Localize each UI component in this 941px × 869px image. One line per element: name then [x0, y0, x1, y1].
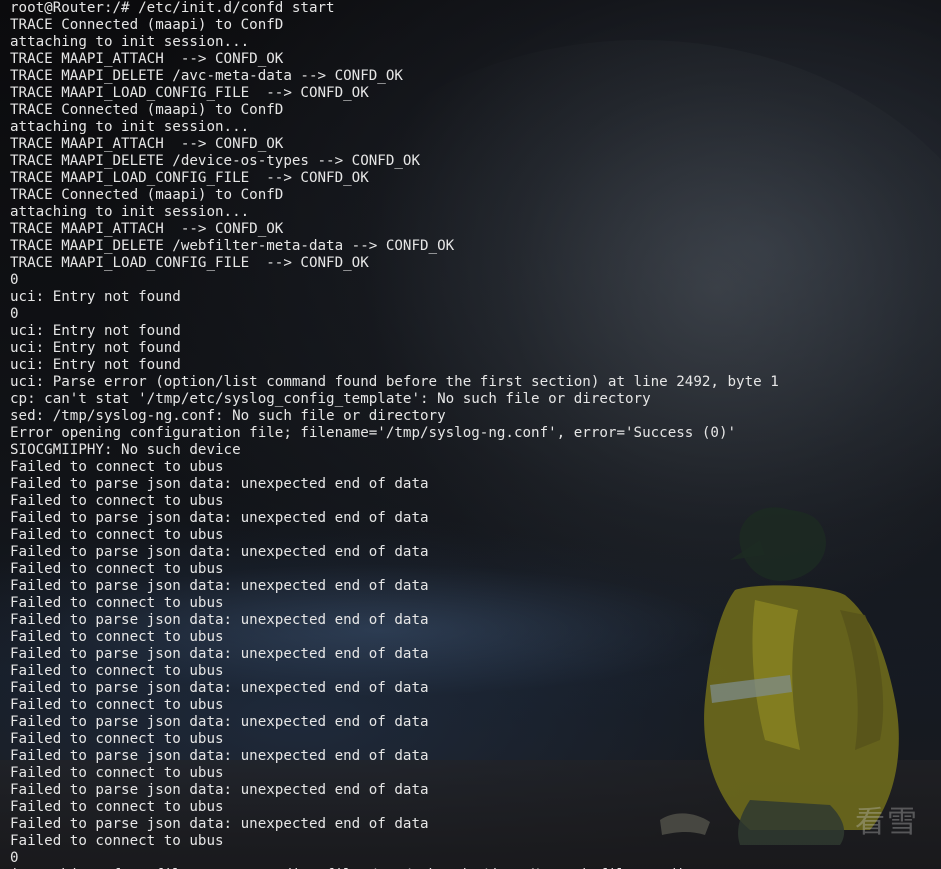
output-line: SIOCGMIIPHY: No such device — [10, 442, 241, 458]
output-line: Failed to parse json data: unexpected en… — [10, 510, 429, 526]
output-line: Failed to connect to ubus — [10, 765, 224, 781]
output-line: TRACE Connected (maapi) to ConfD — [10, 17, 284, 33]
output-line: Failed to parse json data: unexpected en… — [10, 782, 429, 798]
output-line: Failed to parse json data: unexpected en… — [10, 748, 429, 764]
output-line: uci: Entry not found — [10, 357, 181, 373]
output-line: uci: Entry not found — [10, 340, 181, 356]
output-line: TRACE MAAPI_ATTACH --> CONFD_OK — [10, 221, 284, 237]
output-line: Failed to parse json data: unexpected en… — [10, 476, 429, 492]
output-line: uci: Entry not found — [10, 323, 181, 339]
shell-prompt-line: root@Router:/# /etc/init.d/confd start — [10, 0, 335, 16]
output-line: Failed to connect to ubus — [10, 493, 224, 509]
output-line: Failed to parse json data: unexpected en… — [10, 578, 429, 594]
output-line: uci: Entry not found — [10, 289, 181, 305]
output-line: TRACE MAAPI_LOAD_CONFIG_FILE --> CONFD_O… — [10, 170, 369, 186]
output-line: Failed to connect to ubus — [10, 561, 224, 577]
output-line: TRACE MAAPI_DELETE /device-os-types --> … — [10, 153, 420, 169]
output-line: TRACE MAAPI_ATTACH --> CONFD_OK — [10, 51, 284, 67]
output-line: Failed to parse json data: unexpected en… — [10, 544, 429, 560]
output-line: TRACE Connected (maapi) to ConfD — [10, 187, 284, 203]
output-line: TRACE MAAPI_DELETE /avc-meta-data --> CO… — [10, 68, 403, 84]
output-line: TRACE Connected (maapi) to ConfD — [10, 102, 284, 118]
watermark-logo: 看雪 — [855, 805, 919, 840]
output-line: attaching to init session... — [10, 34, 250, 50]
output-line: Failed to connect to ubus — [10, 595, 224, 611]
terminal-output[interactable]: root@Router:/# /etc/init.d/confd start TR… — [10, 0, 779, 869]
output-line: 0 — [10, 306, 19, 322]
output-line: 0 — [10, 850, 19, 866]
output-line: 0 — [10, 272, 19, 288]
output-line: TRACE MAAPI_LOAD_CONFIG_FILE --> CONFD_O… — [10, 85, 369, 101]
output-line: Failed to connect to ubus — [10, 663, 224, 679]
output-line: Failed to parse json data: unexpected en… — [10, 816, 429, 832]
output-line: attaching to init session... — [10, 119, 250, 135]
output-line: TRACE MAAPI_DELETE /webfilter-meta-data … — [10, 238, 455, 254]
output-line: Failed to connect to ubus — [10, 527, 224, 543]
output-line: Failed to parse json data: unexpected en… — [10, 680, 429, 696]
output-line: Failed to parse json data: unexpected en… — [10, 714, 429, 730]
output-line: uci: Parse error (option/list command fo… — [10, 374, 779, 390]
output-line: Failed to connect to ubus — [10, 799, 224, 815]
output-line: attaching to init session... — [10, 204, 250, 220]
output-line: sed: /tmp/syslog-ng.conf: No such file o… — [10, 408, 446, 424]
output-line: Failed to connect to ubus — [10, 629, 224, 645]
output-line: TRACE MAAPI_LOAD_CONFIG_FILE --> CONFD_O… — [10, 255, 369, 271]
output-line: TRACE MAAPI_ATTACH --> CONFD_OK — [10, 136, 284, 152]
output-line: Error opening configuration file; filena… — [10, 425, 737, 441]
output-line: Failed to parse json data: unexpected en… — [10, 646, 429, 662]
output-line: Failed to connect to ubus — [10, 697, 224, 713]
output-line: Failed to connect to ubus — [10, 833, 224, 849]
terminal-window[interactable]: 看雪 root@Router:/# /etc/init.d/confd star… — [0, 0, 941, 869]
output-line: Failed to connect to ubus — [10, 459, 224, 475]
output-line: Failed to parse json data: unexpected en… — [10, 612, 429, 628]
output-line: Failed to connect to ubus — [10, 731, 224, 747]
output-line: cp: can't stat '/tmp/etc/syslog_config_t… — [10, 391, 651, 407]
